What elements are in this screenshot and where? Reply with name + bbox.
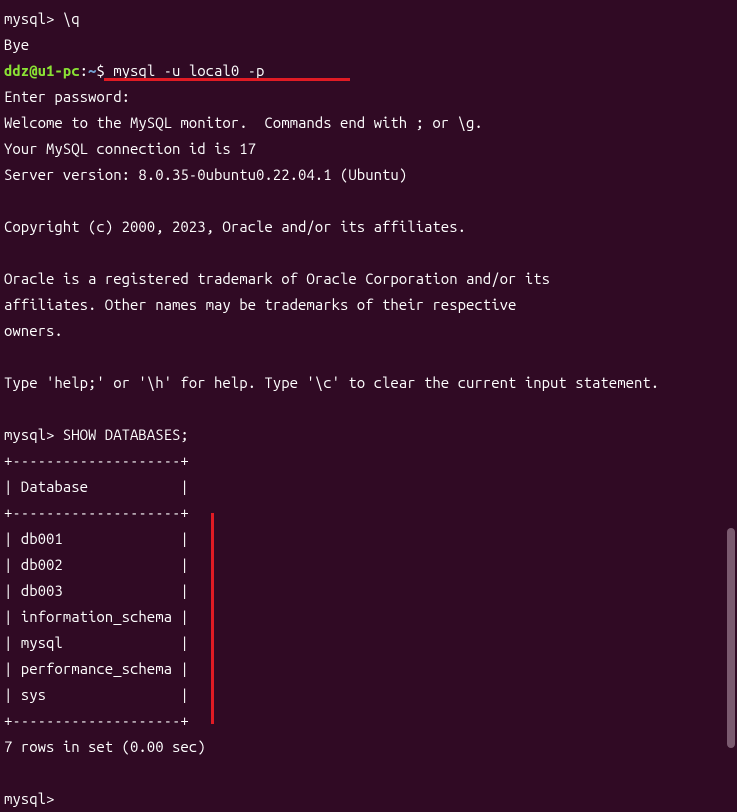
- table-row: | db002 |: [4, 552, 733, 578]
- prompt-colon: :: [80, 62, 88, 79]
- terminal-line: [4, 188, 733, 214]
- terminal-line: Welcome to the MySQL monitor. Commands e…: [4, 110, 733, 136]
- terminal-line: 7 rows in set (0.00 sec): [4, 734, 733, 760]
- table-row: | sys |: [4, 682, 733, 708]
- prompt-line[interactable]: mysql>: [4, 786, 733, 812]
- table-header: | Database |: [4, 474, 733, 500]
- table-row: | db001 |: [4, 526, 733, 552]
- terminal-line: Copyright (c) 2000, 2023, Oracle and/or …: [4, 214, 733, 240]
- terminal-line: affiliates. Other names may be trademark…: [4, 292, 733, 318]
- prompt-user: ddz@u1-pc: [4, 62, 80, 79]
- terminal-line: [4, 396, 733, 422]
- terminal-line: owners.: [4, 318, 733, 344]
- terminal-line: Server version: 8.0.35-0ubuntu0.22.04.1 …: [4, 162, 733, 188]
- terminal-line: mysql> SHOW DATABASES;: [4, 422, 733, 448]
- terminal-line: Bye: [4, 32, 733, 58]
- command-text: mysql -u local0 -p: [113, 62, 264, 79]
- table-row: | mysql |: [4, 630, 733, 656]
- terminal-line: Your MySQL connection id is 17: [4, 136, 733, 162]
- table-border: +--------------------+: [4, 448, 733, 474]
- table-border: +--------------------+: [4, 500, 733, 526]
- terminal-line: [4, 344, 733, 370]
- terminal-line: Type 'help;' or '\h' for help. Type '\c'…: [4, 370, 733, 396]
- terminal-line: mysql> \q: [4, 6, 733, 32]
- table-border: +--------------------+: [4, 708, 733, 734]
- annotation-underline: [104, 78, 350, 81]
- table-row: | information_schema |: [4, 604, 733, 630]
- terminal-line: Enter password:: [4, 84, 733, 110]
- prompt-dollar: $: [96, 62, 113, 79]
- table-row: | db003 |: [4, 578, 733, 604]
- annotation-vertical-line: [211, 513, 214, 724]
- terminal-line: Oracle is a registered trademark of Orac…: [4, 266, 733, 292]
- scrollbar-thumb[interactable]: [727, 528, 735, 748]
- terminal-line: [4, 240, 733, 266]
- table-row: | performance_schema |: [4, 656, 733, 682]
- terminal-line: [4, 760, 733, 786]
